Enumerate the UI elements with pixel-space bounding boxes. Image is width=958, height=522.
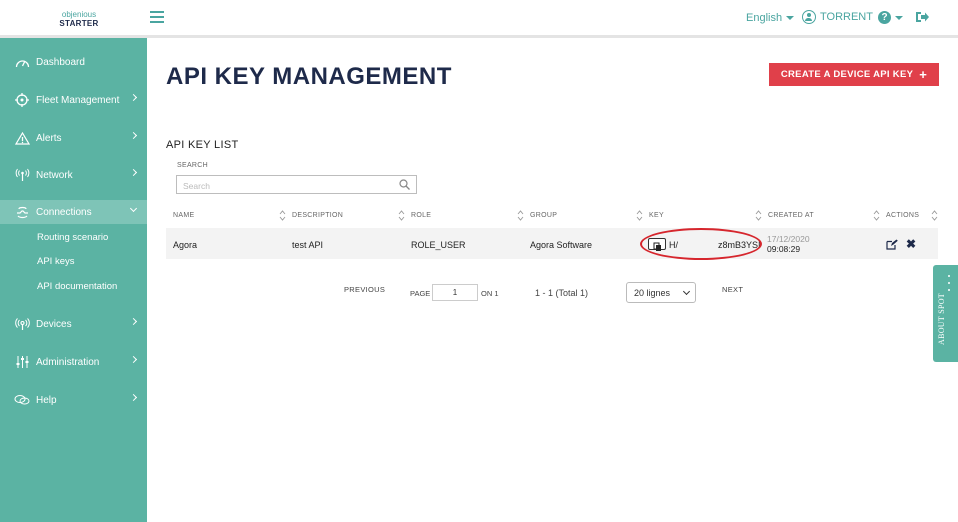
broadcast-icon (14, 316, 30, 332)
gauge-icon (14, 54, 30, 70)
chevron-right-icon (129, 317, 138, 326)
search-icon[interactable] (399, 179, 410, 190)
sidebar-item-label: Network (36, 169, 73, 181)
results-total: 1 - 1 (Total 1) (535, 288, 589, 298)
page-title: API KEY MANAGEMENT (166, 63, 452, 90)
list-title: API KEY LIST (166, 139, 239, 151)
cell-created-at: 17/12/2020 09:08:29 (767, 234, 810, 254)
rows-per-page-value: 20 lignes (634, 287, 671, 298)
menu-toggle-icon[interactable] (150, 11, 164, 23)
search-label: SEARCH (177, 162, 208, 169)
warning-icon (14, 130, 30, 146)
column-header-description[interactable]: DESCRIPTION (292, 212, 343, 219)
chevron-down-icon (682, 287, 691, 296)
sort-icon[interactable] (517, 210, 524, 221)
highlight-circle (640, 228, 762, 260)
cell-group: Agora Software (530, 240, 593, 250)
sidebar-item-label: Dashboard (36, 56, 85, 68)
create-device-api-key-button[interactable]: CREATE A DEVICE API KEY + (769, 63, 939, 86)
previous-page-button[interactable]: PREVIOUS (344, 285, 385, 294)
user-name: TORRENT (820, 11, 873, 23)
sidebar-subitem-routing-scenario[interactable]: Routing scenario (37, 232, 108, 243)
antenna-icon (14, 167, 30, 183)
crosshair-icon (14, 92, 30, 108)
sort-icon[interactable] (279, 210, 286, 221)
sidebar-item-label: Fleet Management (36, 94, 120, 106)
chat-icon (14, 392, 30, 408)
help-menu[interactable]: ? (878, 11, 903, 24)
sidebar-item-fleet-management[interactable]: Fleet Management (0, 88, 147, 112)
column-header-name[interactable]: NAME (173, 212, 194, 219)
column-header-actions: ACTIONS (886, 212, 920, 219)
column-header-key[interactable]: KEY (649, 212, 664, 219)
delete-icon[interactable]: ✖ (906, 238, 916, 250)
language-label: English (746, 12, 783, 24)
sidebar-item-network[interactable]: Network (0, 163, 147, 187)
search-box (176, 175, 417, 195)
chevron-right-icon (129, 168, 138, 177)
top-bar: objenious STARTER English TORRENT ? (0, 0, 958, 38)
question-icon: ? (878, 11, 891, 24)
sidebar-item-label: Devices (36, 318, 72, 330)
sidebar-subitem-api-keys[interactable]: API keys (37, 256, 75, 267)
sidebar-item-alerts[interactable]: Alerts (0, 126, 147, 150)
created-time: 09:08:29 (767, 244, 801, 254)
create-button-label: CREATE A DEVICE API KEY (780, 69, 914, 80)
chevron-right-icon (129, 131, 138, 140)
cell-name: Agora (173, 240, 198, 250)
chevron-right-icon (129, 93, 138, 102)
sort-icon[interactable] (636, 210, 643, 221)
sort-icon[interactable] (873, 210, 880, 221)
search-input[interactable] (177, 177, 387, 195)
sidebar-item-devices[interactable]: Devices (0, 312, 147, 336)
user-menu[interactable]: TORRENT (802, 10, 873, 24)
cell-role: ROLE_USER (411, 240, 466, 250)
logo[interactable]: objenious STARTER (58, 10, 100, 28)
column-header-role[interactable]: ROLE (411, 212, 431, 219)
created-date: 17/12/2020 (767, 234, 810, 244)
sidebar-subitem-api-documentation[interactable]: API documentation (37, 281, 117, 292)
column-header-created-at[interactable]: CREATED AT (768, 212, 814, 219)
language-selector[interactable]: English (746, 12, 795, 24)
logo-line2: STARTER (59, 19, 99, 28)
page-count-label: ON 1 (481, 289, 499, 298)
chevron-right-icon (129, 355, 138, 364)
sort-icon[interactable] (398, 210, 405, 221)
sidebar-item-administration[interactable]: Administration (0, 350, 147, 374)
chevron-right-icon (129, 393, 138, 402)
sidebar-item-dashboard[interactable]: Dashboard (0, 50, 147, 74)
edit-icon[interactable] (886, 239, 898, 250)
page-label: PAGE (410, 289, 431, 298)
sidebar-item-connections[interactable]: Connections (0, 200, 147, 224)
sliders-icon (14, 354, 30, 370)
about-spot-tab[interactable]: ABOUT SPOT (933, 265, 958, 362)
plus-icon: + (919, 66, 928, 82)
chevron-down-icon (129, 204, 138, 213)
next-page-button[interactable]: NEXT (722, 285, 743, 294)
sidebar-item-help[interactable]: Help (0, 388, 147, 412)
dots-icon (948, 275, 954, 296)
page-number-input[interactable] (432, 284, 478, 301)
sidebar-item-label: Help (36, 394, 57, 406)
column-header-group[interactable]: GROUP (530, 212, 557, 219)
sort-icon[interactable] (755, 210, 762, 221)
cell-description: test API (292, 240, 324, 250)
chevron-down-icon (786, 16, 795, 21)
plug-icon (14, 204, 30, 220)
sidebar-item-label: Connections (36, 206, 92, 218)
logout-icon[interactable] (915, 11, 929, 23)
logo-line1: objenious (61, 10, 97, 19)
user-icon (802, 10, 816, 24)
chevron-down-icon (895, 15, 903, 20)
about-spot-label: ABOUT SPOT (937, 293, 946, 345)
rows-per-page-select[interactable]: 20 lignes (626, 282, 696, 303)
sort-icon[interactable] (931, 210, 938, 221)
sidebar-item-label: Alerts (36, 132, 62, 144)
sidebar-item-label: Administration (36, 356, 100, 368)
